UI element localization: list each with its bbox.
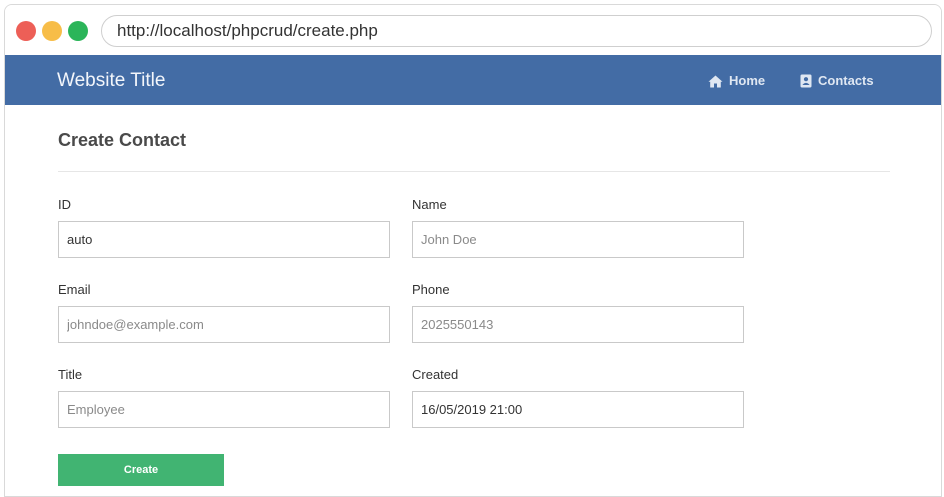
name-field[interactable] xyxy=(412,221,744,258)
address-bar[interactable]: http://localhost/phpcrud/create.php xyxy=(101,15,932,47)
navbar: Website Title Home Contacts xyxy=(5,55,941,105)
create-button[interactable]: Create xyxy=(58,454,224,486)
browser-chrome: http://localhost/phpcrud/create.php xyxy=(5,5,941,55)
home-icon xyxy=(708,75,723,88)
page-title: Create Contact xyxy=(58,130,187,150)
email-field[interactable] xyxy=(58,306,390,343)
site-title[interactable]: Website Title xyxy=(57,55,165,107)
maximize-window-button[interactable] xyxy=(68,21,88,41)
phone-label: Phone xyxy=(412,282,450,297)
nav-link-home-label: Home xyxy=(729,73,766,88)
title-field[interactable] xyxy=(58,391,390,428)
id-label: ID xyxy=(58,197,71,212)
nav-link-home[interactable]: Home xyxy=(708,55,765,107)
title-label: Title xyxy=(58,367,83,382)
created-field[interactable] xyxy=(412,391,744,428)
close-window-button[interactable] xyxy=(16,21,36,41)
browser-window: http://localhost/phpcrud/create.php Webs… xyxy=(4,4,942,497)
contact-card-icon xyxy=(800,74,812,88)
main-content: Create Contact ID Name Email Phone Title… xyxy=(5,105,941,496)
nav-link-contacts[interactable]: Contacts xyxy=(800,55,874,107)
created-label: Created xyxy=(412,367,459,382)
email-label: Email xyxy=(58,282,91,297)
id-field[interactable] xyxy=(58,221,390,258)
name-label: Name xyxy=(412,197,447,212)
divider xyxy=(58,171,890,172)
nav-link-contacts-label: Contacts xyxy=(818,73,874,88)
minimize-window-button[interactable] xyxy=(42,21,62,41)
phone-field[interactable] xyxy=(412,306,744,343)
